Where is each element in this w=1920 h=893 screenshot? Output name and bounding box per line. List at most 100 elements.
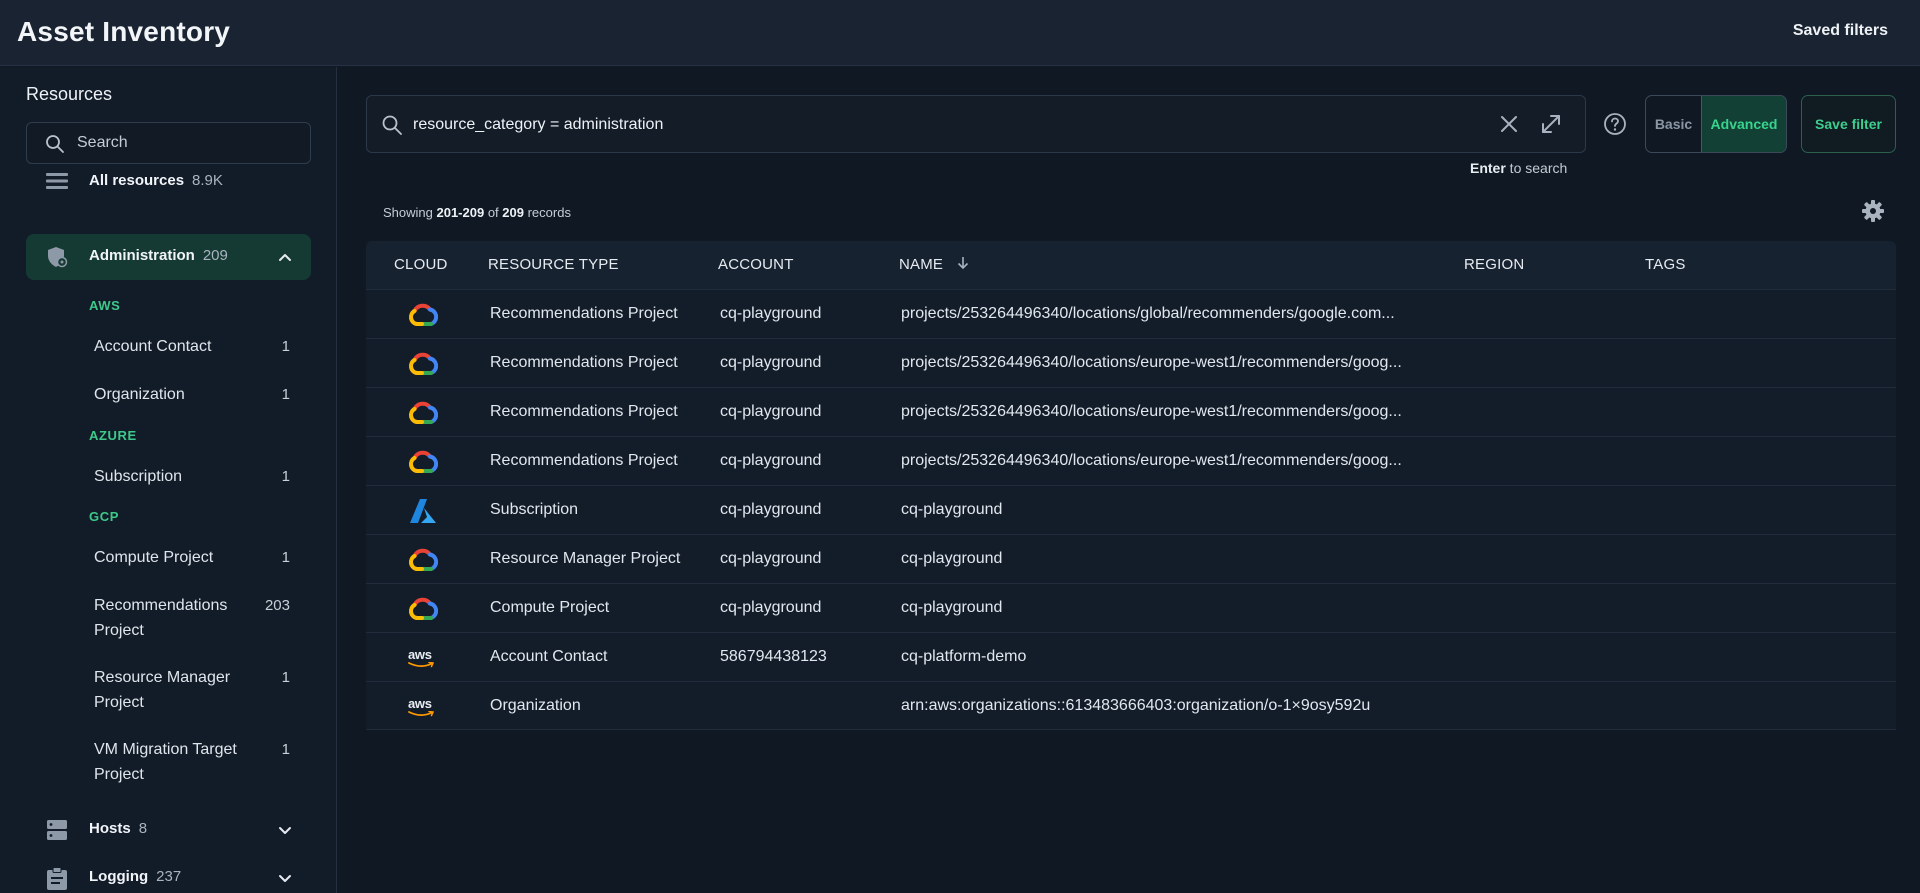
sidebar-item-count: 8	[138, 820, 148, 837]
column-cloud[interactable]: CLOUD	[394, 256, 448, 273]
column-tags[interactable]: TAGS	[1645, 256, 1686, 273]
sidebar-subitem-count: 203	[264, 597, 290, 614]
column-resource-type[interactable]: RESOURCE TYPE	[488, 256, 619, 273]
sidebar-subitem-count: 1	[281, 338, 290, 355]
google-cloud-icon	[409, 450, 438, 473]
cell-account: cq-playground	[720, 403, 822, 420]
aws-icon: aws	[408, 695, 434, 717]
sidebar-item-count: 8.9K	[192, 172, 223, 189]
cell-name: projects/253264496340/locations/europe-w…	[901, 452, 1402, 469]
cell-name: cq-platform-demo	[901, 648, 1027, 665]
cell-resource-type: Recommendations Project	[490, 452, 678, 469]
sidebar-item-hosts[interactable]: Hosts 8	[26, 807, 311, 853]
cell-resource-type: Account Contact	[490, 648, 608, 665]
column-region[interactable]: REGION	[1464, 256, 1524, 273]
records-summary: Showing 201-209 of 209 records	[383, 205, 571, 220]
sidebar-subitem-count: 1	[281, 386, 290, 403]
top-bar: Asset Inventory Saved filters	[0, 0, 1920, 66]
sidebar-item-label: Administration	[89, 247, 195, 264]
advanced-mode-button[interactable]: Advanced	[1701, 96, 1786, 152]
resources-sidebar: Resources All resources 8.9K Administrati…	[0, 67, 337, 893]
cell-resource-type: Recommendations Project	[490, 403, 678, 420]
cell-account: cq-playground	[720, 305, 822, 322]
save-filter-button[interactable]: Save filter	[1801, 95, 1896, 153]
column-name[interactable]: NAME	[899, 256, 970, 273]
cell-name: projects/253264496340/locations/global/r…	[901, 305, 1395, 322]
sidebar-subitem-subscription[interactable]: Subscription	[94, 464, 294, 489]
sidebar-item-label: Hosts	[89, 820, 131, 837]
table-row[interactable]: aws Account Contact 586794438123 cq-platfor…	[366, 632, 1896, 681]
saved-filters-button[interactable]: Saved filters	[1793, 22, 1888, 40]
search-icon	[381, 114, 403, 141]
sidebar-subitem-account-contact[interactable]: Account Contact	[94, 334, 294, 359]
cell-name: cq-playground	[901, 599, 1003, 616]
table-row[interactable]: Recommendations Project cq-playground proj…	[366, 387, 1896, 436]
google-cloud-icon	[409, 303, 438, 326]
sidebar-subitem-count: 1	[281, 669, 290, 686]
category-gcp: GCP	[89, 509, 119, 524]
cell-name: cq-playground	[901, 550, 1003, 567]
sidebar-search[interactable]	[26, 122, 311, 164]
cell-resource-type: Recommendations Project	[490, 305, 678, 322]
google-cloud-icon	[409, 401, 438, 424]
list-icon	[46, 171, 68, 196]
table-row[interactable]: Subscription cq-playground cq-playground	[366, 485, 1896, 534]
aws-icon: aws	[408, 646, 434, 668]
sidebar-subitem-count: 1	[281, 468, 290, 485]
gear-icon[interactable]	[1861, 199, 1885, 228]
sidebar-subitem-count: 1	[281, 549, 290, 566]
google-cloud-icon	[409, 548, 438, 571]
sidebar-search-input[interactable]	[77, 131, 297, 155]
azure-icon	[410, 499, 436, 523]
cell-account: cq-playground	[720, 501, 822, 518]
cell-name: cq-playground	[901, 501, 1003, 518]
table-row[interactable]: Recommendations Project cq-playground proj…	[366, 338, 1896, 387]
cell-account: 586794438123	[720, 648, 827, 665]
google-cloud-icon	[409, 352, 438, 375]
sidebar-item-label: Logging	[89, 868, 149, 885]
sidebar-subitem-vm-migration-target-project[interactable]: VM Migration Target Project	[94, 737, 259, 787]
chevron-up-icon[interactable]	[277, 249, 293, 270]
sidebar-subitem-recommendations-project[interactable]: Recommendations Project	[94, 593, 234, 643]
sidebar-item-administration[interactable]: Administration 209	[26, 234, 311, 280]
table-row[interactable]: aws Organization arn:aws:organizations::61…	[366, 681, 1896, 730]
close-icon[interactable]	[1499, 114, 1519, 139]
cell-resource-type: Compute Project	[490, 599, 610, 616]
help-icon[interactable]	[1603, 112, 1627, 141]
cell-resource-type: Recommendations Project	[490, 354, 678, 371]
arrow-down-icon	[957, 257, 968, 270]
server-icon	[46, 819, 68, 846]
sidebar-item-logging[interactable]: Logging 237	[26, 855, 311, 893]
sidebar-item-count: 237	[156, 868, 182, 885]
resources-table: CLOUD RESOURCE TYPE ACCOUNT NAME REGION …	[366, 241, 1896, 730]
expand-icon[interactable]	[1539, 112, 1563, 141]
sidebar-subitem-count: 1	[281, 741, 290, 758]
google-cloud-icon	[409, 597, 438, 620]
chevron-down-icon[interactable]	[277, 870, 293, 891]
cell-name: projects/253264496340/locations/europe-w…	[901, 354, 1402, 371]
query-bar[interactable]	[366, 95, 1586, 153]
table-header: CLOUD RESOURCE TYPE ACCOUNT NAME REGION …	[366, 241, 1896, 289]
table-row[interactable]: Compute Project cq-playground cq-playgroun…	[366, 583, 1896, 632]
sidebar-subitem-compute-project[interactable]: Compute Project	[94, 545, 294, 570]
sidebar-item-all-resources[interactable]: All resources 8.9K	[26, 159, 311, 205]
basic-mode-button[interactable]: Basic	[1646, 96, 1701, 152]
table-row[interactable]: Recommendations Project cq-playground proj…	[366, 436, 1896, 485]
category-azure: AZURE	[89, 428, 137, 443]
cell-account: cq-playground	[720, 550, 822, 567]
search-icon	[45, 134, 65, 159]
category-aws: AWS	[89, 298, 121, 313]
sidebar-item-count: 209	[202, 247, 228, 264]
cell-account: cq-playground	[720, 452, 822, 469]
sidebar-subitem-resource-manager-project[interactable]: Resource Manager Project	[94, 665, 244, 715]
table-row[interactable]: Resource Manager Project cq-playground cq-…	[366, 534, 1896, 583]
column-account[interactable]: ACCOUNT	[718, 256, 794, 273]
query-input[interactable]	[413, 112, 1413, 138]
cell-name: projects/253264496340/locations/europe-w…	[901, 403, 1402, 420]
table-row[interactable]: Recommendations Project cq-playground proj…	[366, 289, 1896, 338]
chevron-down-icon[interactable]	[277, 822, 293, 843]
main-content: Enter to search Basic Advanced Save filt…	[338, 67, 1920, 893]
table-body: Recommendations Project cq-playground proj…	[366, 289, 1896, 730]
cell-account: cq-playground	[720, 354, 822, 371]
sidebar-subitem-organization[interactable]: Organization	[94, 382, 294, 407]
